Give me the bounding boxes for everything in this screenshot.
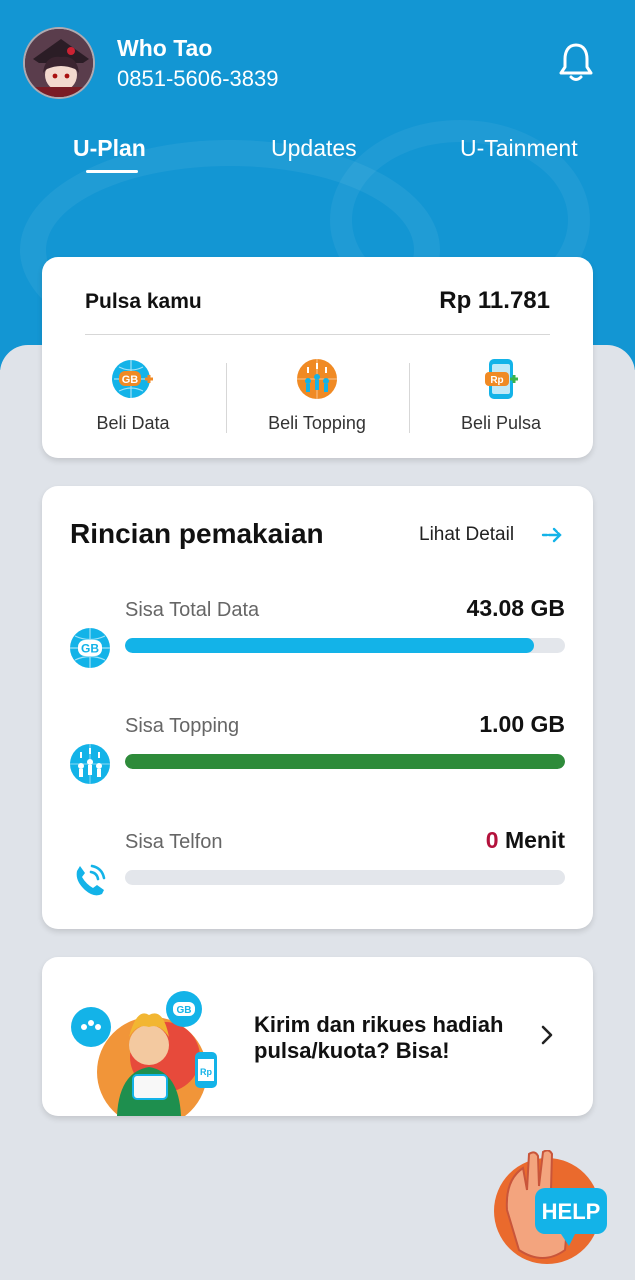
balance-card: Pulsa kamu Rp 11.781 GB Beli Data Beli T…: [42, 257, 593, 458]
usage-label: Sisa Total Data: [125, 599, 260, 621]
progress-fill: [125, 638, 535, 653]
topping-globe-icon: [297, 359, 337, 399]
data-progress-bar: [125, 638, 565, 653]
divider: [85, 334, 550, 335]
rp-phone-icon: Rp: [485, 359, 518, 399]
gb-globe-icon: GB: [112, 360, 153, 398]
phone-call-icon: [76, 864, 106, 896]
notification-bell-icon[interactable]: [558, 42, 594, 84]
buy-data-button[interactable]: GB Beli Data: [58, 357, 208, 434]
call-minutes-unit: Menit: [504, 827, 565, 853]
tab-u-tainment[interactable]: U-Tainment: [460, 135, 578, 162]
arrow-right-icon[interactable]: [540, 523, 564, 547]
call-minutes-number: 0: [485, 827, 499, 853]
buy-pulsa-button[interactable]: Rp Beli Pulsa: [426, 357, 576, 434]
usage-value: 43.08 GB: [466, 595, 565, 621]
active-tab-indicator: [86, 170, 138, 173]
progress-fill: [125, 754, 565, 769]
user-name: Who Tao: [117, 35, 213, 61]
tab-u-plan[interactable]: U-Plan: [73, 135, 146, 162]
promo-text: Kirim dan rikues hadiah pulsa/kuota? Bis…: [254, 1012, 504, 1063]
buy-pulsa-label: Beli Pulsa: [460, 413, 542, 433]
tab-updates[interactable]: Updates: [271, 135, 357, 162]
balance-value: Rp 11.781: [439, 287, 550, 314]
promo-illustration: GB Rp: [71, 991, 217, 1116]
usage-label: Sisa Topping: [125, 715, 240, 737]
divider: [409, 363, 410, 433]
help-button[interactable]: HELP: [493, 1150, 611, 1265]
usage-title: Rincian pemakaian: [70, 518, 324, 549]
svg-text:Rp: Rp: [200, 1067, 212, 1077]
usage-row-call: Sisa Telfon 0 Menit: [42, 827, 593, 921]
buy-topping-label: Beli Topping: [268, 413, 366, 433]
view-detail-link[interactable]: Lihat Detail: [419, 524, 514, 546]
help-label: HELP: [542, 1199, 601, 1224]
topping-globe-icon: [70, 744, 110, 784]
chevron-right-icon: [541, 1025, 553, 1045]
svg-text:Rp: Rp: [490, 375, 503, 386]
user-phone: 0851-5606-3839: [117, 66, 279, 91]
usage-row-topping: Sisa Topping 1.00 GB: [42, 711, 593, 805]
gb-globe-icon: GB: [70, 628, 110, 668]
usage-card: Rincian pemakaian Lihat Detail GB Sisa T…: [42, 486, 593, 929]
svg-text:GB: GB: [122, 374, 139, 386]
balance-label: Pulsa kamu: [85, 290, 202, 313]
usage-value: 0 Menit: [486, 827, 565, 854]
buy-data-label: Beli Data: [96, 413, 170, 433]
usage-label: Sisa Telfon: [125, 831, 223, 853]
avatar[interactable]: [23, 27, 95, 99]
gift-promo-card[interactable]: GB Rp Kirim dan rikues hadiah pulsa/kuot…: [42, 957, 593, 1116]
usage-value: 1.00 GB: [479, 711, 565, 737]
svg-text:GB: GB: [177, 1005, 192, 1016]
divider: [226, 363, 227, 433]
topping-progress-bar: [125, 754, 565, 769]
buy-topping-button[interactable]: Beli Topping: [242, 357, 392, 434]
svg-text:GB: GB: [81, 642, 99, 656]
call-progress-bar: [125, 870, 565, 885]
usage-row-data: GB Sisa Total Data 43.08 GB: [42, 595, 593, 689]
